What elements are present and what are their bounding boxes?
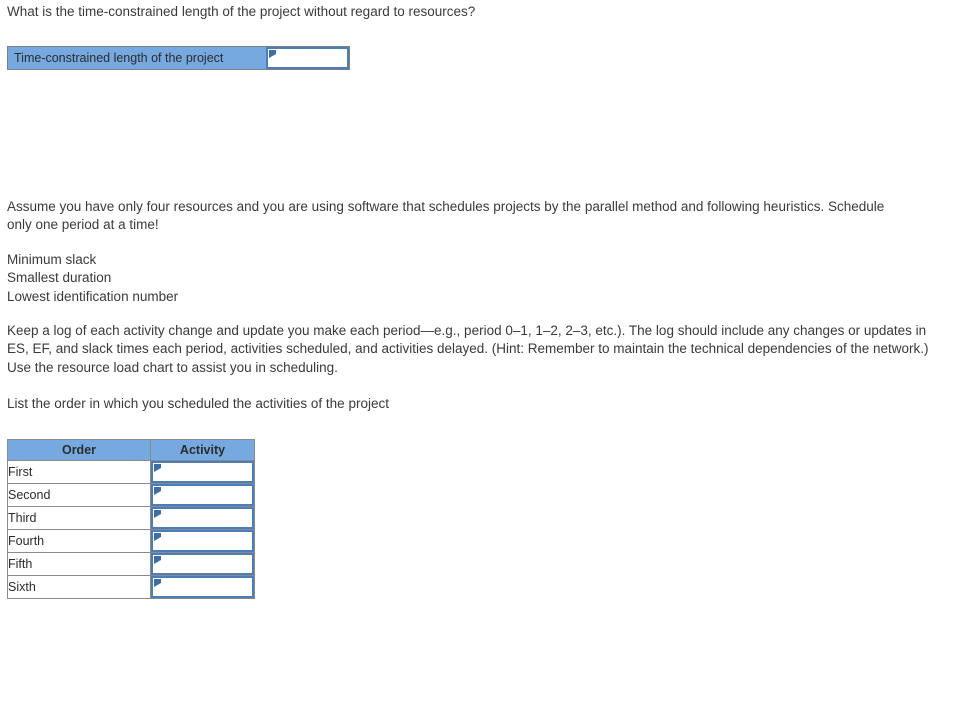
activity-input-box-fifth[interactable] — [151, 553, 254, 575]
heuristic-item-2: Smallest duration — [7, 270, 112, 286]
activity-input-sixth[interactable] — [153, 578, 252, 596]
activity-cell-fourth[interactable] — [150, 529, 255, 553]
heuristic-item-3: Lowest identification number — [7, 288, 179, 304]
list-order-instruction: List the order in which you scheduled th… — [7, 396, 389, 411]
activity-input-first[interactable] — [153, 463, 252, 481]
activity-input-fourth[interactable] — [153, 532, 252, 550]
time-constrained-answer-row: Time-constrained length of the project — [7, 46, 350, 70]
log-instructions-paragraph: Keep a log of each activity change and u… — [7, 323, 929, 375]
activity-input-box-sixth[interactable] — [151, 576, 254, 598]
table-row: Fourth — [7, 529, 255, 553]
heuristic-item-1: Minimum slack — [7, 252, 97, 267]
worksheet-page: What is the time-constrained length of t… — [0, 0, 974, 706]
activity-input-box-fourth[interactable] — [151, 530, 254, 552]
table-row: Second — [7, 483, 255, 507]
activity-input-second[interactable] — [153, 486, 252, 504]
assume-paragraph: Assume you have only four resources and … — [7, 199, 885, 233]
order-label-fourth: Fourth — [7, 529, 151, 553]
activity-input-box-first[interactable] — [151, 461, 254, 483]
activity-cell-fifth[interactable] — [150, 552, 255, 576]
order-label-first: First — [7, 460, 151, 484]
table-row: Fifth — [7, 552, 255, 576]
time-constrained-label: Time-constrained length of the project — [8, 47, 266, 69]
table-header-row: Order Activity — [7, 439, 255, 461]
table-row: First — [7, 460, 255, 484]
activity-input-third[interactable] — [153, 509, 252, 527]
order-label-second: Second — [7, 483, 151, 507]
heuristics-list: Minimum slack Smallest duration Lowest i… — [7, 251, 507, 306]
activity-cell-second[interactable] — [150, 483, 255, 507]
question-prompt: What is the time-constrained length of t… — [7, 4, 476, 19]
column-header-order: Order — [7, 439, 151, 461]
time-constrained-input[interactable] — [268, 49, 347, 67]
activity-input-box-second[interactable] — [151, 484, 254, 506]
table-row: Sixth — [7, 575, 255, 599]
order-label-sixth: Sixth — [7, 575, 151, 599]
activity-input-box-third[interactable] — [151, 507, 254, 529]
order-label-fifth: Fifth — [7, 552, 151, 576]
activity-cell-first[interactable] — [150, 460, 255, 484]
order-label-third: Third — [7, 506, 151, 530]
activity-cell-third[interactable] — [150, 506, 255, 530]
activity-input-fifth[interactable] — [153, 555, 252, 573]
column-header-activity: Activity — [150, 439, 255, 461]
order-activity-table: Order Activity First Second Third Fourth… — [7, 439, 255, 599]
table-row: Third — [7, 506, 255, 530]
activity-cell-sixth[interactable] — [150, 575, 255, 599]
time-constrained-input-cell[interactable] — [266, 47, 349, 69]
